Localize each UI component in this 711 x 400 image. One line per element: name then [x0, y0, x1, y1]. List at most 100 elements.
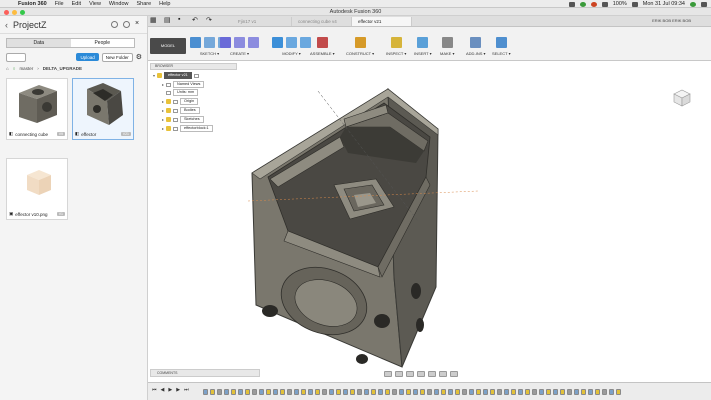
- ribbon-group-inspect[interactable]: INSPECT ▾: [386, 36, 406, 60]
- expand-icon[interactable]: ▸: [162, 126, 164, 131]
- user-account[interactable]: ERIK BOB ERIK BOB: [652, 16, 691, 26]
- file-card[interactable]: ▣ effector v10.png V1: [6, 158, 68, 220]
- timeline-feature-icon[interactable]: [371, 388, 376, 395]
- sketch-tool-icon[interactable]: [204, 37, 215, 48]
- undo-icon[interactable]: ↶: [192, 16, 202, 26]
- browser-node[interactable]: ▸ Units: mm: [162, 89, 199, 96]
- timeline-feature-icon[interactable]: [448, 388, 453, 395]
- select-tool-icon[interactable]: [495, 37, 507, 48]
- go-to-start-icon[interactable]: ⏮: [152, 387, 157, 393]
- collapse-icon[interactable]: ▾: [153, 73, 155, 78]
- insert-tool-icon[interactable]: [417, 37, 429, 48]
- modify-tool-icon[interactable]: [272, 37, 283, 48]
- view-cube[interactable]: [668, 86, 694, 108]
- timeline-feature-icon[interactable]: [455, 388, 460, 395]
- timeline-feature-icon[interactable]: [357, 388, 362, 395]
- ribbon-group-label[interactable]: ASSEMBLE ▾: [310, 51, 335, 56]
- timeline-feature-icon[interactable]: [399, 388, 404, 395]
- step-back-icon[interactable]: ◀: [161, 387, 165, 393]
- timeline-feature-icon[interactable]: [245, 388, 250, 395]
- timeline-feature-icon[interactable]: [588, 388, 593, 395]
- timeline-feature-icon[interactable]: [378, 388, 383, 395]
- inspect-tool-icon[interactable]: [390, 37, 402, 48]
- assemble-tool-icon[interactable]: [316, 37, 328, 48]
- breadcrumb-item[interactable]: master: [19, 66, 33, 71]
- make-tool-icon[interactable]: [441, 37, 453, 48]
- create-tool-icon[interactable]: [234, 37, 245, 48]
- file-card[interactable]: ◧ connecting cube V9: [6, 78, 68, 140]
- timeline-feature-icon[interactable]: [497, 388, 502, 395]
- zoom-icon[interactable]: [406, 371, 414, 377]
- timeline-feature-icon[interactable]: [350, 388, 355, 395]
- ribbon-group-make[interactable]: MAKE ▾: [440, 36, 454, 60]
- browser-root[interactable]: ▾ effector v21: [153, 72, 199, 79]
- timeline-feature-icon[interactable]: [539, 388, 544, 395]
- timeline-feature-icon[interactable]: [518, 388, 523, 395]
- timeline-feature-icon[interactable]: [595, 388, 600, 395]
- options-icon[interactable]: [193, 73, 199, 78]
- clock[interactable]: Mon 31 Jul 09:34: [643, 1, 685, 7]
- document-tab[interactable]: Fjin17 v1: [232, 17, 292, 26]
- timeline-feature-icon[interactable]: [441, 388, 446, 395]
- timeline-feature-icon[interactable]: [266, 388, 271, 395]
- timeline-feature-icon[interactable]: [406, 388, 411, 395]
- tab-people[interactable]: People: [71, 39, 135, 47]
- timeline-feature-icon[interactable]: [462, 388, 467, 395]
- timeline-feature-icon[interactable]: [427, 388, 432, 395]
- ribbon-group-add-ins[interactable]: ADD-INS ▾: [466, 36, 486, 60]
- timeline-feature-icon[interactable]: [322, 388, 327, 395]
- construct-tool-icon[interactable]: [354, 37, 366, 48]
- timeline-feature-icon[interactable]: [364, 388, 369, 395]
- create-tool-icon[interactable]: [248, 37, 259, 48]
- browser-node-label[interactable]: Units: mm: [173, 89, 199, 96]
- browser-header[interactable]: BROWSER: [150, 63, 237, 70]
- document-tab[interactable]: connecting cube v4: [292, 17, 352, 26]
- ribbon-group-insert[interactable]: INSERT ▾: [414, 36, 432, 60]
- menu-app-name[interactable]: Fusion 360: [14, 1, 51, 7]
- timeline-feature-icon[interactable]: [553, 388, 558, 395]
- timeline-feature-icon[interactable]: [560, 388, 565, 395]
- search-icon[interactable]: [123, 21, 130, 28]
- redo-icon[interactable]: ↷: [206, 16, 216, 26]
- timeline-feature-icon[interactable]: [546, 388, 551, 395]
- browser-node[interactable]: ▸ effectorblock:1: [162, 125, 213, 132]
- minimize-window-button[interactable]: [12, 9, 17, 15]
- timeline-feature-icon[interactable]: [259, 388, 264, 395]
- browser-node[interactable]: ▸ Bodies: [162, 107, 200, 114]
- visibility-icon[interactable]: [157, 73, 163, 78]
- visibility-icon[interactable]: [166, 108, 172, 113]
- timeline-feature-icon[interactable]: [413, 388, 418, 395]
- add-ins-tool-icon[interactable]: [470, 37, 482, 48]
- browser-node[interactable]: ▸ Named Views: [162, 81, 205, 88]
- browser-node-label[interactable]: Sketches: [180, 116, 204, 123]
- tab-data[interactable]: Data: [7, 39, 71, 47]
- menu-window[interactable]: Window: [105, 1, 133, 7]
- timeline-feature-icon[interactable]: [315, 388, 320, 395]
- ribbon-group-create[interactable]: CREATE ▾: [220, 36, 259, 60]
- file-menu-icon[interactable]: ▤: [164, 16, 174, 26]
- timeline-feature-icon[interactable]: [252, 388, 257, 395]
- zoom-window-button[interactable]: [20, 9, 25, 15]
- save-icon[interactable]: ▪: [178, 16, 188, 26]
- expand-icon[interactable]: ▸: [162, 117, 164, 122]
- ribbon-group-label[interactable]: MAKE ▾: [440, 51, 454, 56]
- visibility-icon[interactable]: [166, 99, 172, 104]
- timeline-feature-icon[interactable]: [210, 388, 215, 395]
- ribbon-group-label[interactable]: INSPECT ▾: [386, 51, 406, 56]
- ribbon-group-label[interactable]: INSERT ▾: [414, 51, 432, 56]
- ribbon-group-construct[interactable]: CONSTRUCT ▾: [346, 36, 374, 60]
- timeline-feature-icon[interactable]: [392, 388, 397, 395]
- back-icon[interactable]: ‹: [5, 20, 8, 30]
- effector-model[interactable]: [248, 81, 478, 371]
- timeline-feature-icon[interactable]: [329, 388, 334, 395]
- timeline-feature-icon[interactable]: [420, 388, 425, 395]
- ribbon-group-label[interactable]: SKETCH ▾: [200, 51, 219, 56]
- ribbon-group-label[interactable]: ADD-INS ▾: [466, 51, 486, 56]
- settings-dropdown[interactable]: [6, 52, 26, 62]
- file-card[interactable]: ◧ effector V21: [72, 78, 134, 140]
- browser-node-label[interactable]: Bodies: [180, 107, 200, 114]
- sketch-tool-icon[interactable]: [190, 37, 201, 48]
- refresh-icon[interactable]: [111, 21, 118, 28]
- document-tab-active[interactable]: effector v21: [352, 17, 412, 26]
- timeline-feature-icon[interactable]: [301, 388, 306, 395]
